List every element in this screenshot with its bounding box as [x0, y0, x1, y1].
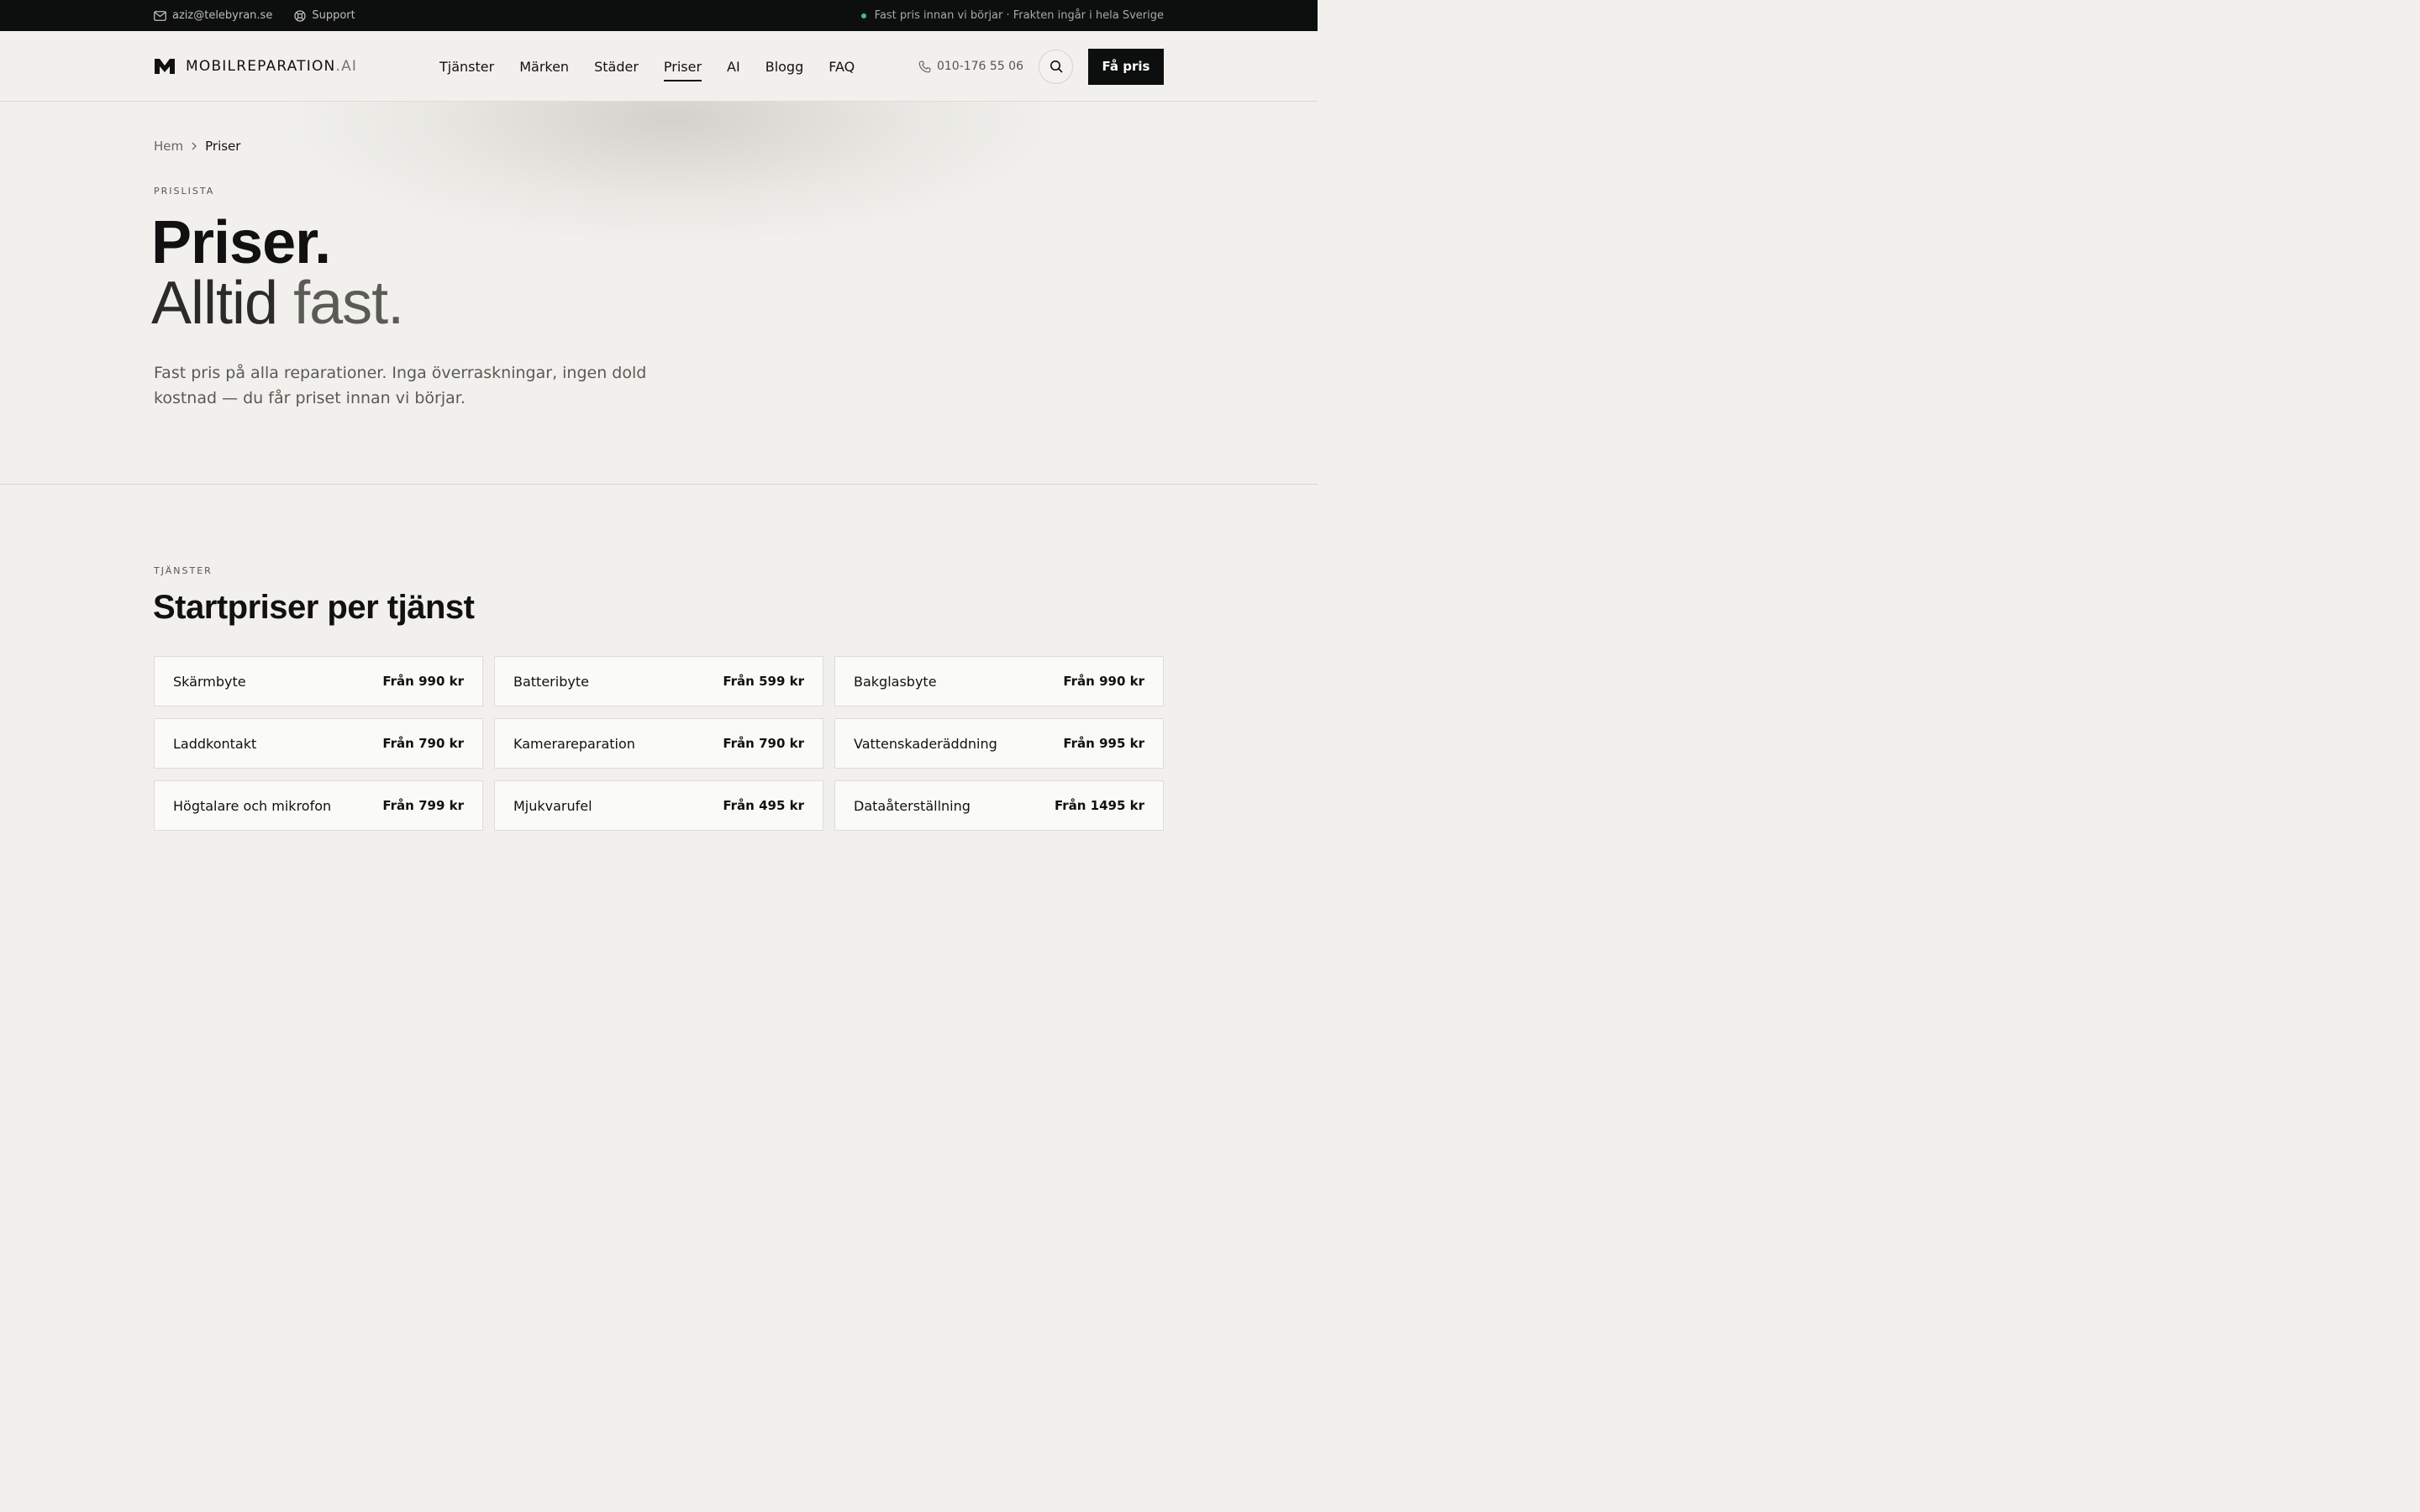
nav-item-ai[interactable]: AI — [727, 54, 740, 80]
nav-item-faq[interactable]: FAQ — [829, 54, 855, 80]
services-section: TJÄNSTER Startpriser per tjänst Skärmbyt… — [0, 485, 1318, 831]
hero-description: Fast pris på alla reparationer. Inga öve… — [154, 364, 647, 407]
top-bar: aziz@telebyran.se Support Fast pris inna… — [0, 0, 1318, 31]
logo-text: MOBILREPARATION.AI — [186, 58, 358, 75]
service-name: Skärmbyte — [173, 673, 246, 690]
status-dot — [860, 13, 866, 18]
breadcrumb: Hem Priser — [154, 139, 240, 154]
service-card[interactable]: Högtalare och mikrofon Från 799 kr — [154, 780, 483, 831]
service-price: Från 495 kr — [723, 798, 804, 813]
service-name: Högtalare och mikrofon — [173, 797, 332, 814]
service-price: Från 990 kr — [1063, 674, 1144, 689]
logo-mark-icon — [155, 59, 175, 74]
service-name: Vattenskaderäddning — [854, 735, 997, 752]
get-price-button[interactable]: Få pris — [1088, 48, 1164, 85]
service-price: Från 1495 kr — [1054, 798, 1144, 813]
hero-section: Hem Priser PRISLISTA Priser. Alltid fast… — [0, 102, 1318, 485]
nav-item-blogg[interactable]: Blogg — [765, 54, 804, 80]
search-button[interactable] — [1039, 49, 1073, 84]
breadcrumb-current: Priser — [205, 139, 241, 154]
service-card[interactable]: Laddkontakt Från 790 kr — [154, 718, 483, 769]
chevron-right-icon — [191, 142, 197, 150]
phone-link[interactable]: 010-176 55 06 — [918, 60, 1023, 73]
nav-item-tjanster[interactable]: Tjänster — [439, 54, 494, 80]
service-name: Laddkontakt — [173, 735, 257, 752]
hero-glow — [286, 102, 1059, 244]
service-price: Från 799 kr — [382, 798, 464, 813]
service-card[interactable]: Dataåterställning Från 1495 kr — [834, 780, 1164, 831]
page-title: Priser. — [151, 209, 331, 276]
services-grid: Skärmbyte Från 990 kr Batteribyte Från 599… — [154, 656, 1164, 831]
logo[interactable]: MOBILREPARATION.AI — [154, 31, 357, 102]
phone-icon — [918, 60, 931, 72]
services-eyebrow: TJÄNSTER — [154, 565, 213, 576]
site-header: MOBILREPARATION.AI Tjänster Märken Städe… — [0, 31, 1318, 102]
service-name: Dataåterställning — [854, 797, 971, 814]
service-price: Från 599 kr — [723, 674, 804, 689]
nav-item-priser[interactable]: Priser — [663, 54, 702, 81]
page-subtitle: Alltid fast. — [151, 270, 404, 337]
service-card[interactable]: Batteribyte Från 599 kr — [494, 656, 823, 706]
service-card[interactable]: Skärmbyte Från 990 kr — [154, 656, 483, 706]
service-price: Från 995 kr — [1063, 736, 1144, 751]
support-text: Support — [312, 9, 355, 22]
service-card[interactable]: Kamerareparation Från 790 kr — [494, 718, 823, 769]
shipping-notice: Fast pris innan vi börjar · Frakten ingå… — [874, 9, 1164, 22]
hero-eyebrow: PRISLISTA — [154, 186, 215, 197]
services-title: Startpriser per tjänst — [153, 589, 475, 626]
service-card[interactable]: Bakglasbyte Från 990 kr — [834, 656, 1164, 706]
breadcrumb-home[interactable]: Hem — [154, 139, 183, 154]
phone-number: 010-176 55 06 — [936, 60, 1023, 73]
service-price: Från 790 kr — [382, 736, 464, 751]
lifebuoy-icon — [294, 9, 306, 22]
support-link[interactable]: Support — [294, 9, 355, 22]
service-price: Från 990 kr — [382, 674, 464, 689]
service-price: Från 790 kr — [723, 736, 804, 751]
mail-icon — [154, 10, 166, 21]
nav-item-stader[interactable]: Städer — [594, 54, 639, 80]
email-link[interactable]: aziz@telebyran.se — [154, 9, 272, 22]
email-text: aziz@telebyran.se — [172, 9, 273, 22]
service-name: Batteribyte — [513, 673, 589, 690]
search-icon — [1050, 60, 1062, 73]
nav-item-marken[interactable]: Märken — [519, 54, 569, 80]
service-name: Mjukvarufel — [513, 797, 592, 814]
service-card[interactable]: Mjukvarufel Från 495 kr — [494, 780, 823, 831]
service-card[interactable]: Vattenskaderäddning Från 995 kr — [834, 718, 1164, 769]
service-name: Kamerareparation — [513, 735, 635, 752]
main-nav: Tjänster Märken Städer Priser AI Blogg F… — [439, 31, 880, 102]
service-name: Bakglasbyte — [854, 673, 937, 690]
